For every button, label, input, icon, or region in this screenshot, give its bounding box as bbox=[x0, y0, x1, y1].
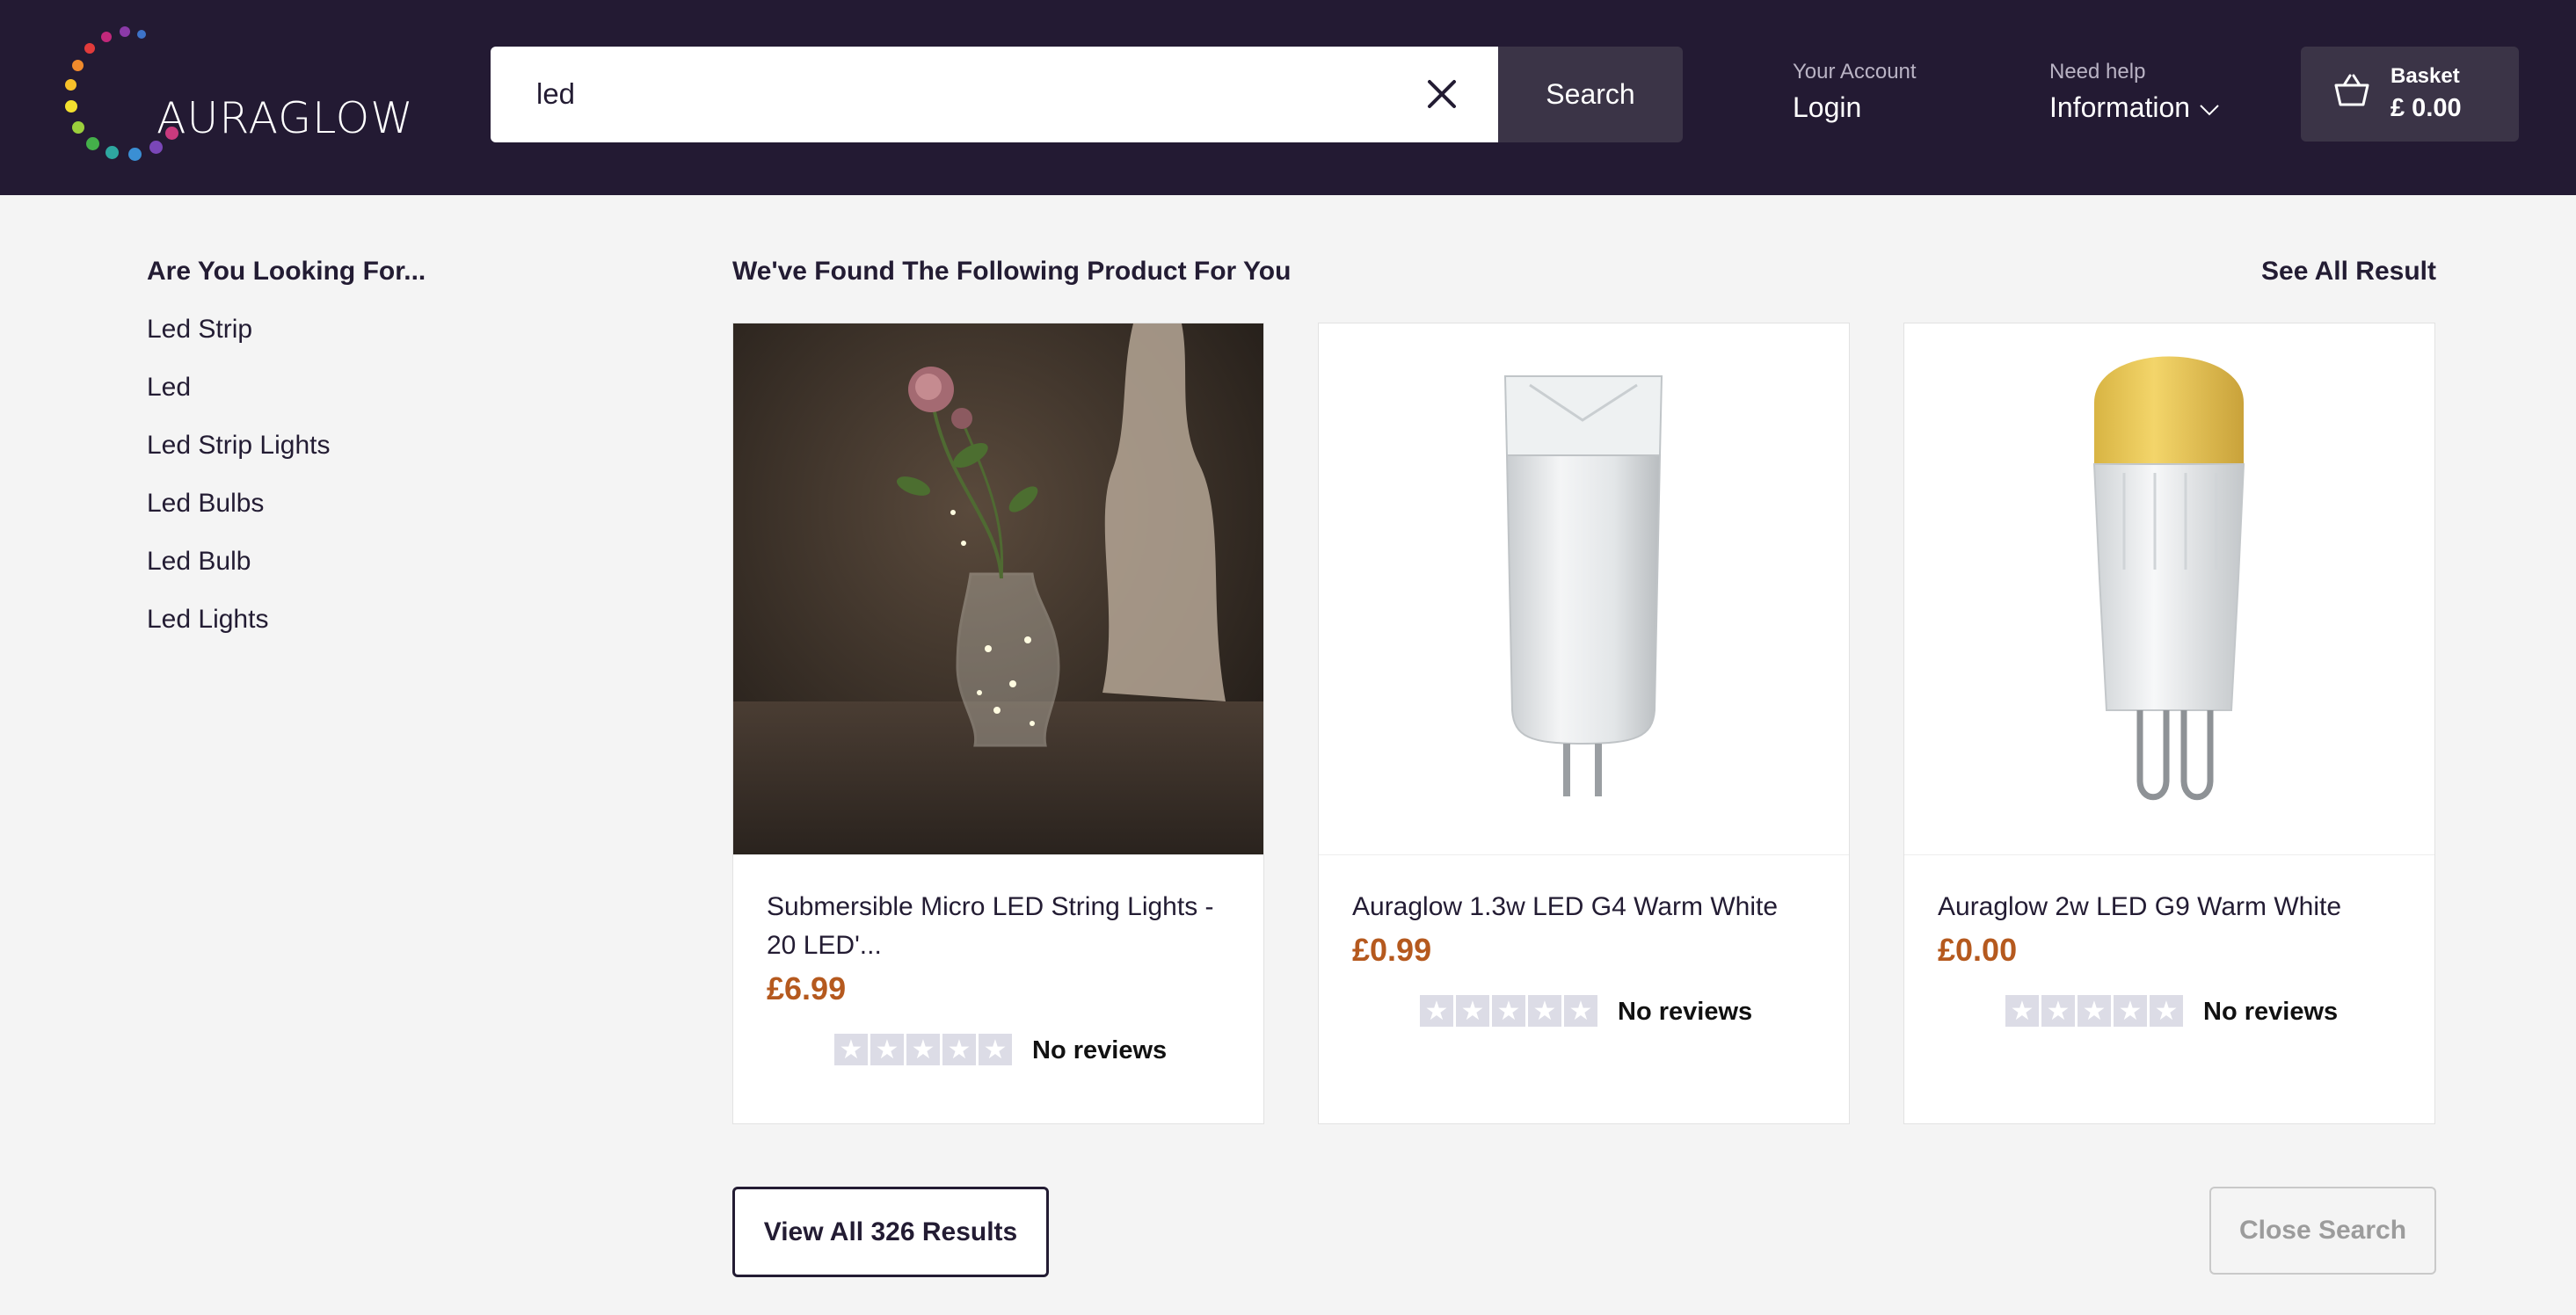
star-icon: ★ bbox=[1564, 995, 1597, 1027]
help-label: Need help bbox=[2049, 60, 2146, 84]
review-count: No reviews bbox=[1032, 1036, 1168, 1064]
star-icon: ★ bbox=[1420, 995, 1453, 1027]
search-button[interactable]: Search bbox=[1498, 47, 1683, 142]
logo-dot bbox=[72, 60, 84, 71]
logo-dot bbox=[84, 43, 95, 54]
basket-label: Basket bbox=[2390, 64, 2460, 88]
close-search-button[interactable]: Close Search bbox=[2209, 1187, 2436, 1275]
product-card[interactable]: Auraglow 1.3w LED G4 Warm White £0.99 ★ ★… bbox=[1318, 323, 1850, 1124]
logo-dot bbox=[72, 121, 84, 134]
suggestion-item[interactable]: Led Strip Lights bbox=[147, 431, 330, 461]
star-icon: ★ bbox=[979, 1034, 1012, 1065]
star-icon: ★ bbox=[834, 1034, 868, 1065]
chevron-down-icon bbox=[2200, 104, 2219, 115]
suggestion-item[interactable]: Led Bulbs bbox=[147, 489, 264, 519]
review-count: No reviews bbox=[2203, 998, 2339, 1026]
suggestion-item[interactable]: Led Strip bbox=[147, 315, 252, 345]
product-price: £6.99 bbox=[767, 970, 847, 1006]
account-login[interactable]: Your Account Login bbox=[1793, 60, 1917, 124]
auraglow-logo[interactable]: AURAGLOW bbox=[62, 25, 422, 165]
logo-dot bbox=[128, 148, 142, 161]
star-icon: ★ bbox=[2078, 995, 2111, 1027]
basket-button[interactable]: Basket £ 0.00 bbox=[2301, 47, 2519, 142]
results-title: We've Found The Following Product For Yo… bbox=[732, 257, 1292, 286]
star-icon: ★ bbox=[942, 1034, 976, 1065]
product-name[interactable]: Auraglow 1.3w LED G4 Warm White bbox=[1352, 888, 1827, 926]
information-dropdown[interactable]: Information bbox=[2049, 91, 2220, 124]
search-box bbox=[491, 47, 1498, 142]
star-rating: ★ ★ ★ ★ ★ bbox=[1420, 995, 1597, 1027]
star-icon: ★ bbox=[906, 1034, 940, 1065]
star-icon: ★ bbox=[1456, 995, 1489, 1027]
star-icon: ★ bbox=[1492, 995, 1525, 1027]
login-link[interactable]: Login bbox=[1793, 91, 1917, 124]
logo-dot bbox=[106, 146, 119, 159]
star-icon: ★ bbox=[2150, 995, 2183, 1027]
basket-amount: £ 0.00 bbox=[2390, 94, 2462, 122]
logo-text: AURAGLOW bbox=[156, 93, 414, 143]
information-label: Information bbox=[2049, 91, 2191, 123]
star-icon: ★ bbox=[2005, 995, 2039, 1027]
account-label: Your Account bbox=[1793, 60, 1917, 84]
help-menu[interactable]: Need help Information bbox=[2049, 60, 2220, 124]
see-all-results-link[interactable]: See All Result bbox=[2261, 257, 2436, 287]
logo-dot bbox=[101, 32, 112, 42]
suggestions-title: Are You Looking For... bbox=[147, 257, 426, 286]
product-price: £0.00 bbox=[1938, 932, 2018, 968]
logo-dot bbox=[86, 137, 99, 150]
star-icon: ★ bbox=[2041, 995, 2075, 1027]
product-image bbox=[1904, 323, 2434, 855]
clear-icon bbox=[1428, 80, 1456, 108]
logo-dot bbox=[137, 30, 146, 39]
search-input[interactable] bbox=[536, 68, 1328, 120]
product-card[interactable]: Auraglow 2w LED G9 Warm White £0.00 ★ ★ ★ ★… bbox=[1903, 323, 2435, 1124]
basket-icon bbox=[2334, 74, 2369, 106]
logo-dot bbox=[65, 79, 76, 91]
star-rating: ★ ★ ★ ★ ★ bbox=[2005, 995, 2183, 1027]
product-price: £0.99 bbox=[1352, 932, 1432, 968]
view-all-results-button[interactable]: View All 326 Results bbox=[732, 1187, 1049, 1277]
star-icon: ★ bbox=[870, 1034, 904, 1065]
logo-dot bbox=[65, 100, 77, 113]
product-name[interactable]: Submersible Micro LED String Lights - 20… bbox=[767, 888, 1241, 965]
star-rating: ★ ★ ★ ★ ★ bbox=[834, 1034, 1012, 1065]
suggestion-item[interactable]: Led Bulb bbox=[147, 547, 251, 577]
product-card[interactable]: Submersible Micro LED String Lights - 20… bbox=[732, 323, 1264, 1124]
star-icon: ★ bbox=[1528, 995, 1561, 1027]
suggestion-item[interactable]: Led bbox=[147, 373, 191, 403]
clear-search-button[interactable] bbox=[1421, 73, 1463, 115]
review-count: No reviews bbox=[1618, 998, 1753, 1026]
logo-dot bbox=[120, 26, 130, 37]
suggestion-item[interactable]: Led Lights bbox=[147, 605, 268, 635]
site-header: AURAGLOW Search Your Account Login Need … bbox=[0, 0, 2576, 195]
star-icon: ★ bbox=[2114, 995, 2147, 1027]
product-image bbox=[1319, 323, 1849, 855]
product-name[interactable]: Auraglow 2w LED G9 Warm White bbox=[1938, 888, 2412, 926]
product-image bbox=[733, 323, 1263, 855]
